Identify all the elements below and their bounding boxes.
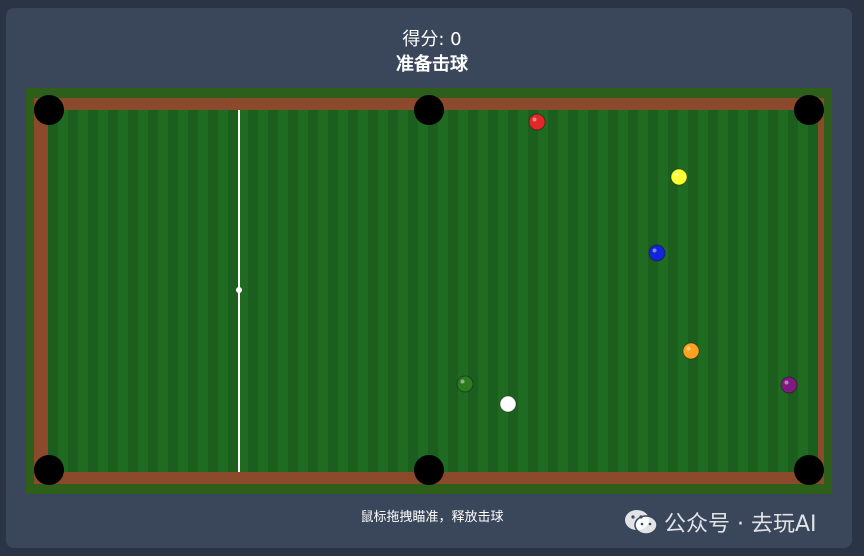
- wechat-icon: [625, 510, 658, 535]
- felt-stripe: [88, 110, 98, 472]
- felt-stripe: [108, 110, 118, 472]
- felt-stripe: [648, 110, 658, 472]
- felt-stripe: [168, 110, 178, 472]
- blue-ball: [648, 244, 666, 262]
- purple-ball: [780, 376, 798, 394]
- felt-stripe: [328, 110, 338, 472]
- pocket-top-right: [794, 95, 824, 125]
- felt-stripe: [548, 110, 558, 472]
- felt-stripe: [528, 110, 538, 472]
- pocket-bottom-right: [794, 455, 824, 485]
- felt-stripe: [628, 110, 638, 472]
- watermark: 公众号 · 去玩AI: [624, 504, 817, 540]
- cue-ball[interactable]: [499, 395, 517, 413]
- felt-stripe: [208, 110, 218, 472]
- pool-table[interactable]: [26, 88, 832, 494]
- felt-stripe: [788, 110, 798, 472]
- felt-stripe: [768, 110, 778, 472]
- felt-stripe: [588, 110, 598, 472]
- felt-stripe: [248, 110, 258, 472]
- felt-stripe: [148, 110, 158, 472]
- felt-stripe: [268, 110, 278, 472]
- felt-stripe: [128, 110, 138, 472]
- felt-stripe: [368, 110, 378, 472]
- orange-ball: [682, 342, 700, 360]
- ball-highlight: [503, 399, 508, 404]
- pocket-bottom-middle: [414, 455, 444, 485]
- status-label: 准备击球: [396, 54, 468, 75]
- felt-stripe: [188, 110, 198, 472]
- ball-highlight: [652, 248, 657, 253]
- ball-highlight: [674, 172, 679, 177]
- felt-stripe: [48, 110, 58, 472]
- felt-stripe: [288, 110, 298, 472]
- felt-stripe: [308, 110, 318, 472]
- pocket-top-left: [34, 95, 64, 125]
- felt-stripe: [428, 110, 438, 472]
- felt-stripe: [688, 110, 698, 472]
- score-label: 得分: 0: [402, 29, 462, 50]
- red-ball: [528, 113, 546, 131]
- green-ball: [456, 375, 474, 393]
- felt-stripe: [668, 110, 678, 472]
- ball-highlight: [460, 379, 465, 384]
- ball-highlight: [686, 346, 691, 351]
- felt-stripe: [508, 110, 518, 472]
- yellow-ball: [670, 168, 688, 186]
- pocket-top-middle: [414, 95, 444, 125]
- felt-stripe: [608, 110, 618, 472]
- aim-marker: [236, 287, 242, 293]
- felt-stripe: [388, 110, 398, 472]
- felt-stripe: [348, 110, 358, 472]
- felt-stripe: [468, 110, 478, 472]
- felt-stripe: [488, 110, 498, 472]
- ball-highlight: [784, 380, 789, 385]
- watermark-text: 公众号 · 去玩AI: [664, 512, 817, 537]
- felt-stripe: [68, 110, 78, 472]
- felt-stripe: [708, 110, 718, 472]
- felt-stripe: [408, 110, 418, 472]
- pocket-bottom-left: [34, 455, 64, 485]
- pool-table-canvas[interactable]: [26, 88, 832, 494]
- felt-stripe: [808, 110, 818, 472]
- felt-stripe: [568, 110, 578, 472]
- felt-stripe: [728, 110, 738, 472]
- felt-stripe: [748, 110, 758, 472]
- felt-stripe: [448, 110, 458, 472]
- ball-highlight: [532, 117, 537, 122]
